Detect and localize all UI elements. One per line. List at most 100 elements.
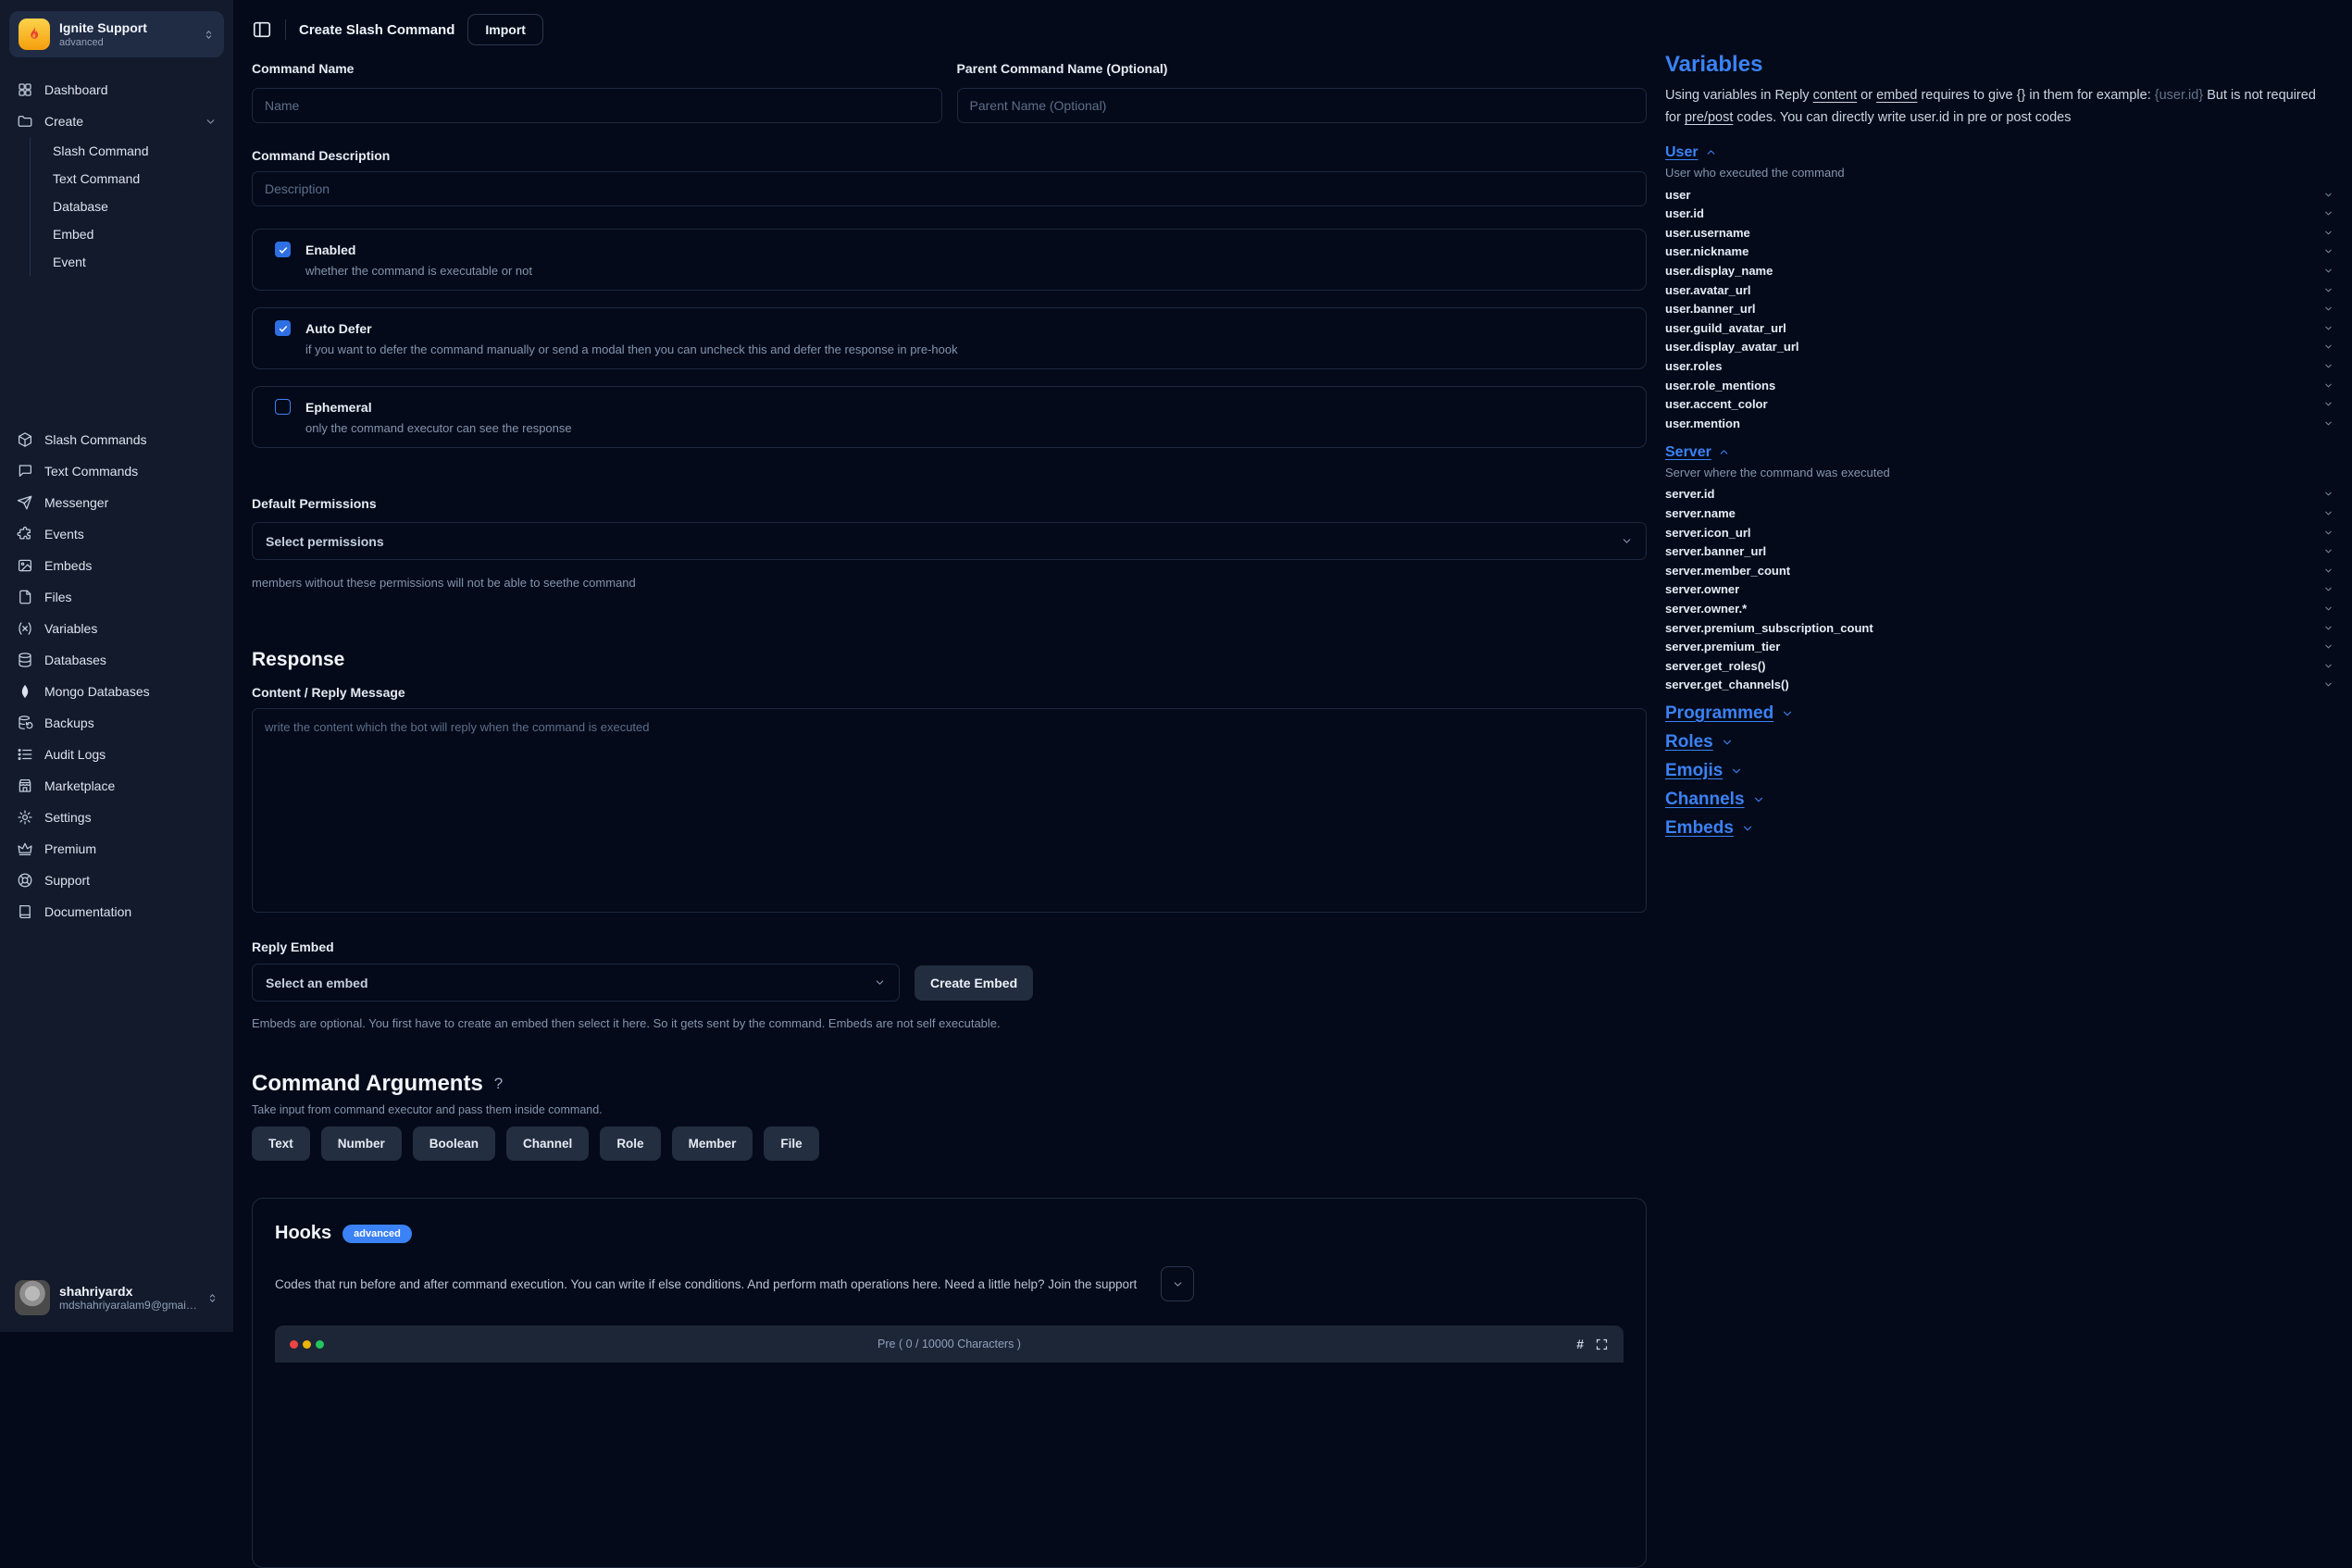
- argument-type-button[interactable]: Role: [600, 1126, 660, 1161]
- sidebar-item-dashboard[interactable]: Dashboard: [9, 74, 224, 106]
- user-email: mdshahriyaralam9@gmail.c...: [59, 1299, 197, 1312]
- variable-row[interactable]: server.get_channels(): [1665, 676, 2333, 695]
- argument-type-button[interactable]: Channel: [506, 1126, 589, 1161]
- chevrons-up-down-icon: [203, 29, 215, 41]
- variable-row[interactable]: server.id: [1665, 485, 2333, 504]
- collapsed-section-header[interactable]: Roles: [1665, 732, 2333, 753]
- variable-row[interactable]: user: [1665, 185, 2333, 205]
- sidebar-item[interactable]: Settings: [9, 802, 224, 833]
- sidebar-item[interactable]: Files: [9, 581, 224, 613]
- image-icon: [17, 557, 33, 574]
- workspace-selector[interactable]: Ignite Support advanced: [9, 11, 224, 57]
- user-section-header[interactable]: User: [1665, 144, 1717, 161]
- variable-row[interactable]: user.nickname: [1665, 243, 2333, 262]
- argument-type-button[interactable]: File: [764, 1126, 818, 1161]
- variable-name: user.mention: [1665, 417, 1740, 430]
- create-embed-button[interactable]: Create Embed: [915, 965, 1033, 1001]
- variable-row[interactable]: user.avatar_url: [1665, 280, 2333, 300]
- variable-row[interactable]: user.username: [1665, 223, 2333, 243]
- embed-helper-text: Embeds are optional. You first have to c…: [252, 1016, 1647, 1030]
- variable-row[interactable]: user.roles: [1665, 356, 2333, 376]
- editor-title: Pre ( 0 / 10000 Characters ): [275, 1338, 1624, 1350]
- sidebar-subitem[interactable]: Database: [49, 193, 224, 220]
- hooks-collapse-button[interactable]: [1161, 1266, 1194, 1301]
- command-name-input[interactable]: [252, 88, 942, 123]
- sidebar-item-label: Variables: [44, 621, 217, 636]
- variable-row[interactable]: user.role_mentions: [1665, 376, 2333, 395]
- collapsed-section-header[interactable]: Programmed: [1665, 703, 2333, 724]
- chevron-down-icon: [1752, 793, 1765, 806]
- sidebar-subitem[interactable]: Embed: [49, 220, 224, 248]
- sidebar-toggle-button[interactable]: [252, 19, 272, 40]
- checkbox[interactable]: [275, 242, 291, 257]
- variable-row[interactable]: user.mention: [1665, 414, 2333, 433]
- checkbox[interactable]: [275, 320, 291, 336]
- server-variable-list: server.id server.name server.icon_url se…: [1665, 485, 2333, 695]
- variable-row[interactable]: user.accent_color: [1665, 394, 2333, 414]
- argument-type-button[interactable]: Member: [672, 1126, 753, 1161]
- user-section-description: User who executed the command: [1665, 166, 2333, 180]
- toggle-label: Ephemeral: [305, 400, 372, 415]
- variable-row[interactable]: server.premium_tier: [1665, 637, 2333, 656]
- sidebar-item[interactable]: Support: [9, 865, 224, 896]
- variable-row[interactable]: user.id: [1665, 204, 2333, 223]
- sidebar-item[interactable]: Variables: [9, 613, 224, 644]
- sidebar-item-label: Databases: [44, 653, 217, 667]
- sidebar-item[interactable]: Mongo Databases: [9, 676, 224, 707]
- sidebar-item[interactable]: Slash Commands: [9, 424, 224, 455]
- book-icon: [17, 903, 33, 920]
- sidebar-item[interactable]: Databases: [9, 644, 224, 676]
- code-editor-header: Pre ( 0 / 10000 Characters ) #: [275, 1325, 1624, 1363]
- reply-content-textarea[interactable]: [252, 708, 1647, 913]
- sidebar-subitem[interactable]: Text Command: [49, 165, 224, 193]
- toggle-cards: Enabled whether the command is executabl…: [252, 229, 1647, 448]
- variable-row[interactable]: server.member_count: [1665, 561, 2333, 580]
- checkbox[interactable]: [275, 399, 291, 415]
- variable-row[interactable]: user.display_avatar_url: [1665, 338, 2333, 357]
- variable-row[interactable]: server.premium_subscription_count: [1665, 618, 2333, 638]
- help-question-mark-icon[interactable]: ?: [494, 1075, 503, 1093]
- chevron-up-icon: [1705, 146, 1717, 158]
- permissions-select[interactable]: Select permissions: [252, 522, 1647, 560]
- sidebar-create-children: Slash CommandText CommandDatabaseEmbedEv…: [30, 137, 224, 276]
- sidebar-subitem[interactable]: Slash Command: [49, 137, 224, 165]
- variable-row[interactable]: user.guild_avatar_url: [1665, 318, 2333, 338]
- sidebar-item[interactable]: Backups: [9, 707, 224, 739]
- server-section-header[interactable]: Server: [1665, 444, 1730, 461]
- argument-type-button[interactable]: Number: [321, 1126, 402, 1161]
- variable-row[interactable]: user.display_name: [1665, 261, 2333, 280]
- user-account-selector[interactable]: shahriyardx mdshahriyaralam9@gmail.c...: [9, 1275, 224, 1321]
- argument-type-button[interactable]: Text: [252, 1126, 310, 1161]
- sidebar-item[interactable]: Events: [9, 518, 224, 550]
- sidebar-item-create[interactable]: Create: [9, 106, 224, 137]
- collapsed-section-header[interactable]: Embeds: [1665, 818, 2333, 839]
- sidebar-subitem[interactable]: Event: [49, 248, 224, 276]
- parent-command-name-input[interactable]: [957, 88, 1648, 123]
- sidebar-item[interactable]: Audit Logs: [9, 739, 224, 770]
- variable-row[interactable]: server.owner.*: [1665, 599, 2333, 618]
- page-title: Create Slash Command: [299, 22, 454, 38]
- command-description-input[interactable]: [252, 171, 1647, 206]
- database-icon: [17, 652, 33, 668]
- collapsed-section-header[interactable]: Emojis: [1665, 761, 2333, 781]
- sidebar-item-label: Audit Logs: [44, 747, 217, 762]
- sidebar-item[interactable]: Messenger: [9, 487, 224, 518]
- argument-type-button[interactable]: Boolean: [413, 1126, 495, 1161]
- embed-emphasis: embed: [1876, 88, 1917, 103]
- collapsed-section-header[interactable]: Channels: [1665, 790, 2333, 810]
- embed-select[interactable]: Select an embed: [252, 964, 900, 1002]
- import-button[interactable]: Import: [467, 14, 543, 45]
- sidebar-item[interactable]: Documentation: [9, 896, 224, 927]
- sidebar-item[interactable]: Embeds: [9, 550, 224, 581]
- variable-row[interactable]: server.get_roles(): [1665, 656, 2333, 676]
- sidebar-item[interactable]: Marketplace: [9, 770, 224, 802]
- variable-row[interactable]: server.banner_url: [1665, 541, 2333, 561]
- variable-row[interactable]: user.banner_url: [1665, 299, 2333, 318]
- variable-row[interactable]: server.icon_url: [1665, 523, 2333, 542]
- variable-name: user.username: [1665, 226, 1750, 240]
- variable-row[interactable]: server.name: [1665, 504, 2333, 523]
- variable-row[interactable]: server.owner: [1665, 580, 2333, 600]
- response-heading: Response: [252, 649, 1647, 671]
- sidebar-item[interactable]: Premium: [9, 833, 224, 865]
- sidebar-item[interactable]: Text Commands: [9, 455, 224, 487]
